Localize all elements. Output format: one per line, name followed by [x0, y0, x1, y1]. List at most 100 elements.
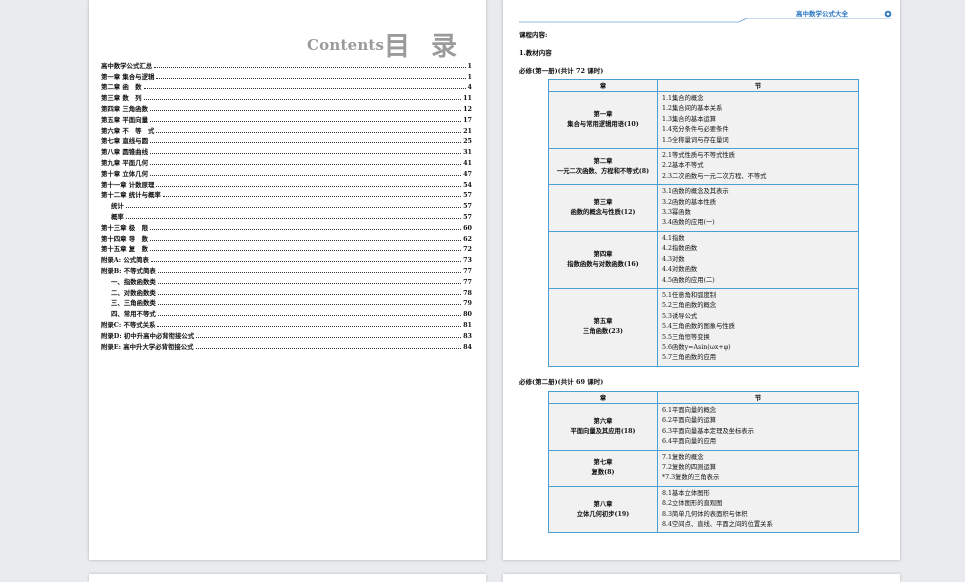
toc-entry[interactable]: 第一章 集合与逻辑 1 — [101, 70, 472, 81]
header-title: 高中数学公式大全 — [796, 10, 848, 18]
section-item: 5.3诱导公式 — [662, 312, 698, 320]
toc-entry[interactable]: 第七章 直线与圆 25 — [101, 135, 472, 146]
book2-table: 章 节 第六章 平面向量及其应用(18) 6.1平面向量的概念 6.2平面向量的运算 6… — [548, 391, 859, 534]
toc-entry[interactable]: 三、三角函数类 79 — [101, 297, 472, 308]
toc-entry-page: 21 — [463, 126, 472, 135]
toc-entry-page: 54 — [463, 180, 472, 189]
toc-entry[interactable]: 概率 57 — [101, 210, 472, 221]
toc-entry-page: 72 — [463, 245, 472, 254]
header-dot-icon — [884, 10, 892, 18]
toc-leader-dots — [125, 207, 462, 209]
toc-entry-page: 83 — [463, 331, 472, 340]
col-chapter-header: 章 — [548, 391, 658, 404]
toc-entry[interactable]: 第十四章 导 数 62 — [101, 232, 472, 243]
toc-entry[interactable]: 第六章 不 等 式 21 — [101, 124, 472, 135]
table-row: 第六章 平面向量及其应用(18) 6.1平面向量的概念 6.2平面向量的运算 6.3平面… — [548, 403, 859, 451]
toc-entry-title: 第六章 不 等 式 — [101, 126, 155, 135]
section-item: 3.2函数的基本性质 — [662, 198, 717, 206]
chapter-cell: 第八章 立体几何初步(19) — [548, 485, 658, 534]
section-label: 1.教材内容 — [519, 49, 552, 57]
chapter-title: 立体几何初步(19) — [576, 510, 630, 518]
toc-leader-dots — [156, 77, 466, 79]
toc-entry[interactable]: 第二章 函 数 4 — [101, 81, 472, 92]
table-row: 第一章 集合与常用逻辑用语(10) 1.1集合的概念 1.2集合间的基本关系 1.3集合… — [548, 90, 859, 150]
section-item: 5.1任意角和弧度制 — [662, 291, 717, 299]
next-page-right-edge — [503, 574, 900, 582]
toc-entry-title: 第四章 三角函数 — [101, 104, 148, 113]
toc-entry[interactable]: 第九章 平面几何 41 — [101, 156, 472, 167]
contents-header: Contents 目 录 — [307, 26, 477, 62]
toc-entry[interactable]: 附录E: 高中升大学必背衔接公式 84 — [101, 340, 472, 351]
toc-entry[interactable]: 第五章 平面向量 17 — [101, 113, 472, 124]
toc-entry[interactable]: 附录B: 不等式简表 77 — [101, 264, 472, 275]
toc-entry[interactable]: 统计 57 — [101, 199, 472, 210]
toc-entry[interactable]: 附录A: 公式简表 73 — [101, 253, 472, 264]
chapter-title: 三角函数(23) — [583, 328, 623, 336]
toc-leader-dots — [143, 88, 466, 90]
toc-entry-page: 57 — [463, 212, 472, 221]
toc-entry[interactable]: 第十章 立体几何 47 — [101, 167, 472, 178]
toc-entry-title: 第九章 平面几何 — [101, 158, 148, 167]
section-item: 2.3二次函数与一元二次方程、不等式 — [662, 172, 767, 180]
toc-entry-page: 84 — [463, 342, 472, 351]
toc-entry-title: 概率 — [111, 212, 124, 221]
book1-table: 章 节 第一章 集合与常用逻辑用语(10) 1.1集合的概念 1.2集合间的基本关系 1… — [548, 79, 859, 367]
sections-cell: 7.1复数的概念 7.2复数的四则运算 *7.3复数的三角表示 — [657, 449, 859, 487]
toc-entry[interactable]: 第三章 数 列 11 — [101, 91, 472, 102]
toc-entry[interactable]: 二、对数函数类 78 — [101, 286, 472, 297]
toc-entry[interactable]: 第八章 圆锥曲线 31 — [101, 145, 472, 156]
chapter-title: 一元二次函数、方程和不等式(8) — [556, 167, 650, 175]
chapter-title: 复数(8) — [591, 469, 615, 477]
toc-leader-dots — [157, 271, 462, 273]
chapter-number: 第二章 — [593, 157, 613, 165]
toc-leader-dots — [143, 99, 462, 101]
toc-entry[interactable]: 第四章 三角函数 12 — [101, 102, 472, 113]
chapter-number: 第六章 — [593, 417, 613, 425]
section-item: 8.3简单几何体的表面积与体积 — [662, 510, 748, 518]
toc-entry-page: 4 — [467, 83, 472, 92]
sections-cell: 1.1集合的概念 1.2集合间的基本关系 1.3集合的基本运算 1.4充分条件与必要条… — [657, 90, 859, 150]
toc-entry[interactable]: 高中数学公式汇总 1 — [101, 59, 472, 70]
section-item: 5.6函数y=Asin(ωx+φ) — [662, 343, 731, 351]
sections-cell: 4.1指数 4.2指数函数 4.3对数 4.4对数函数 4.5函数的应用(二) — [657, 230, 859, 289]
contents-title-zh: 目 录 — [384, 32, 464, 62]
toc-entry[interactable]: 四、常用不等式 80 — [101, 307, 472, 318]
col-section-header: 节 — [657, 79, 859, 92]
toc-entry[interactable]: 附录D: 初中升高中必背衔接公式 83 — [101, 329, 472, 340]
toc-entry-page: 73 — [463, 256, 472, 265]
section-item: 8.2立体图形的直观图 — [662, 500, 723, 508]
toc-entry-title: 一、指数函数类 — [111, 277, 156, 286]
toc-entry-title: 附录E: 高中升大学必背衔接公式 — [101, 342, 194, 351]
chapter-number: 第四章 — [593, 250, 613, 258]
toc-entry-title: 四、常用不等式 — [111, 310, 156, 319]
toc-entry-title: 第七章 直线与圆 — [101, 137, 148, 146]
section-item: 1.4充分条件与必要条件 — [662, 126, 729, 134]
chapter-number: 第一章 — [593, 111, 613, 119]
toc-leader-dots — [195, 347, 462, 349]
toc-entry[interactable]: 附录C: 不等式关系 81 — [101, 318, 472, 329]
section-item: 4.5函数的应用(二) — [662, 276, 715, 284]
toc-entry-title: 附录A: 公式简表 — [101, 256, 149, 265]
toc-entry[interactable]: 一、指数函数类 77 — [101, 275, 472, 286]
toc-entry[interactable]: 第十三章 极 限 60 — [101, 221, 472, 232]
toc-entry-page: 77 — [463, 266, 472, 275]
toc-entry-title: 第五章 平面向量 — [101, 115, 148, 124]
next-page-left-edge — [89, 574, 486, 582]
section-item: 5.7三角函数的应用 — [662, 354, 717, 362]
toc-entry-page: 77 — [463, 277, 472, 286]
toc-entry[interactable]: 第十二章 统计与概率 57 — [101, 189, 472, 199]
toc-entry-page: 12 — [463, 104, 472, 113]
toc-leader-dots — [149, 120, 462, 122]
toc-entry-page: 79 — [463, 299, 472, 308]
toc-leader-dots — [157, 304, 462, 306]
toc-leader-dots — [157, 282, 462, 284]
book1-label: 必修(第一册)(共计 72 课时) — [519, 67, 604, 75]
table-row: 第三章 函数的概念与性质(12) 3.1函数的概念及其表示 3.2函数的基本性质 3.3… — [548, 184, 859, 232]
toc-entry-page: 81 — [463, 320, 472, 329]
toc-entry-page: 62 — [463, 234, 472, 243]
toc-leader-dots — [149, 250, 462, 252]
toc-entry-page: 1 — [467, 61, 472, 70]
document-page-left: Contents 目 录 高中数学公式汇总 1 第一章 集合与逻辑 1 第二章 函 数 4… — [89, 0, 486, 560]
toc-entry[interactable]: 第十五章 复 数 72 — [101, 243, 472, 254]
toc-entry[interactable]: 第十一章 计数原理 54 — [101, 178, 472, 189]
